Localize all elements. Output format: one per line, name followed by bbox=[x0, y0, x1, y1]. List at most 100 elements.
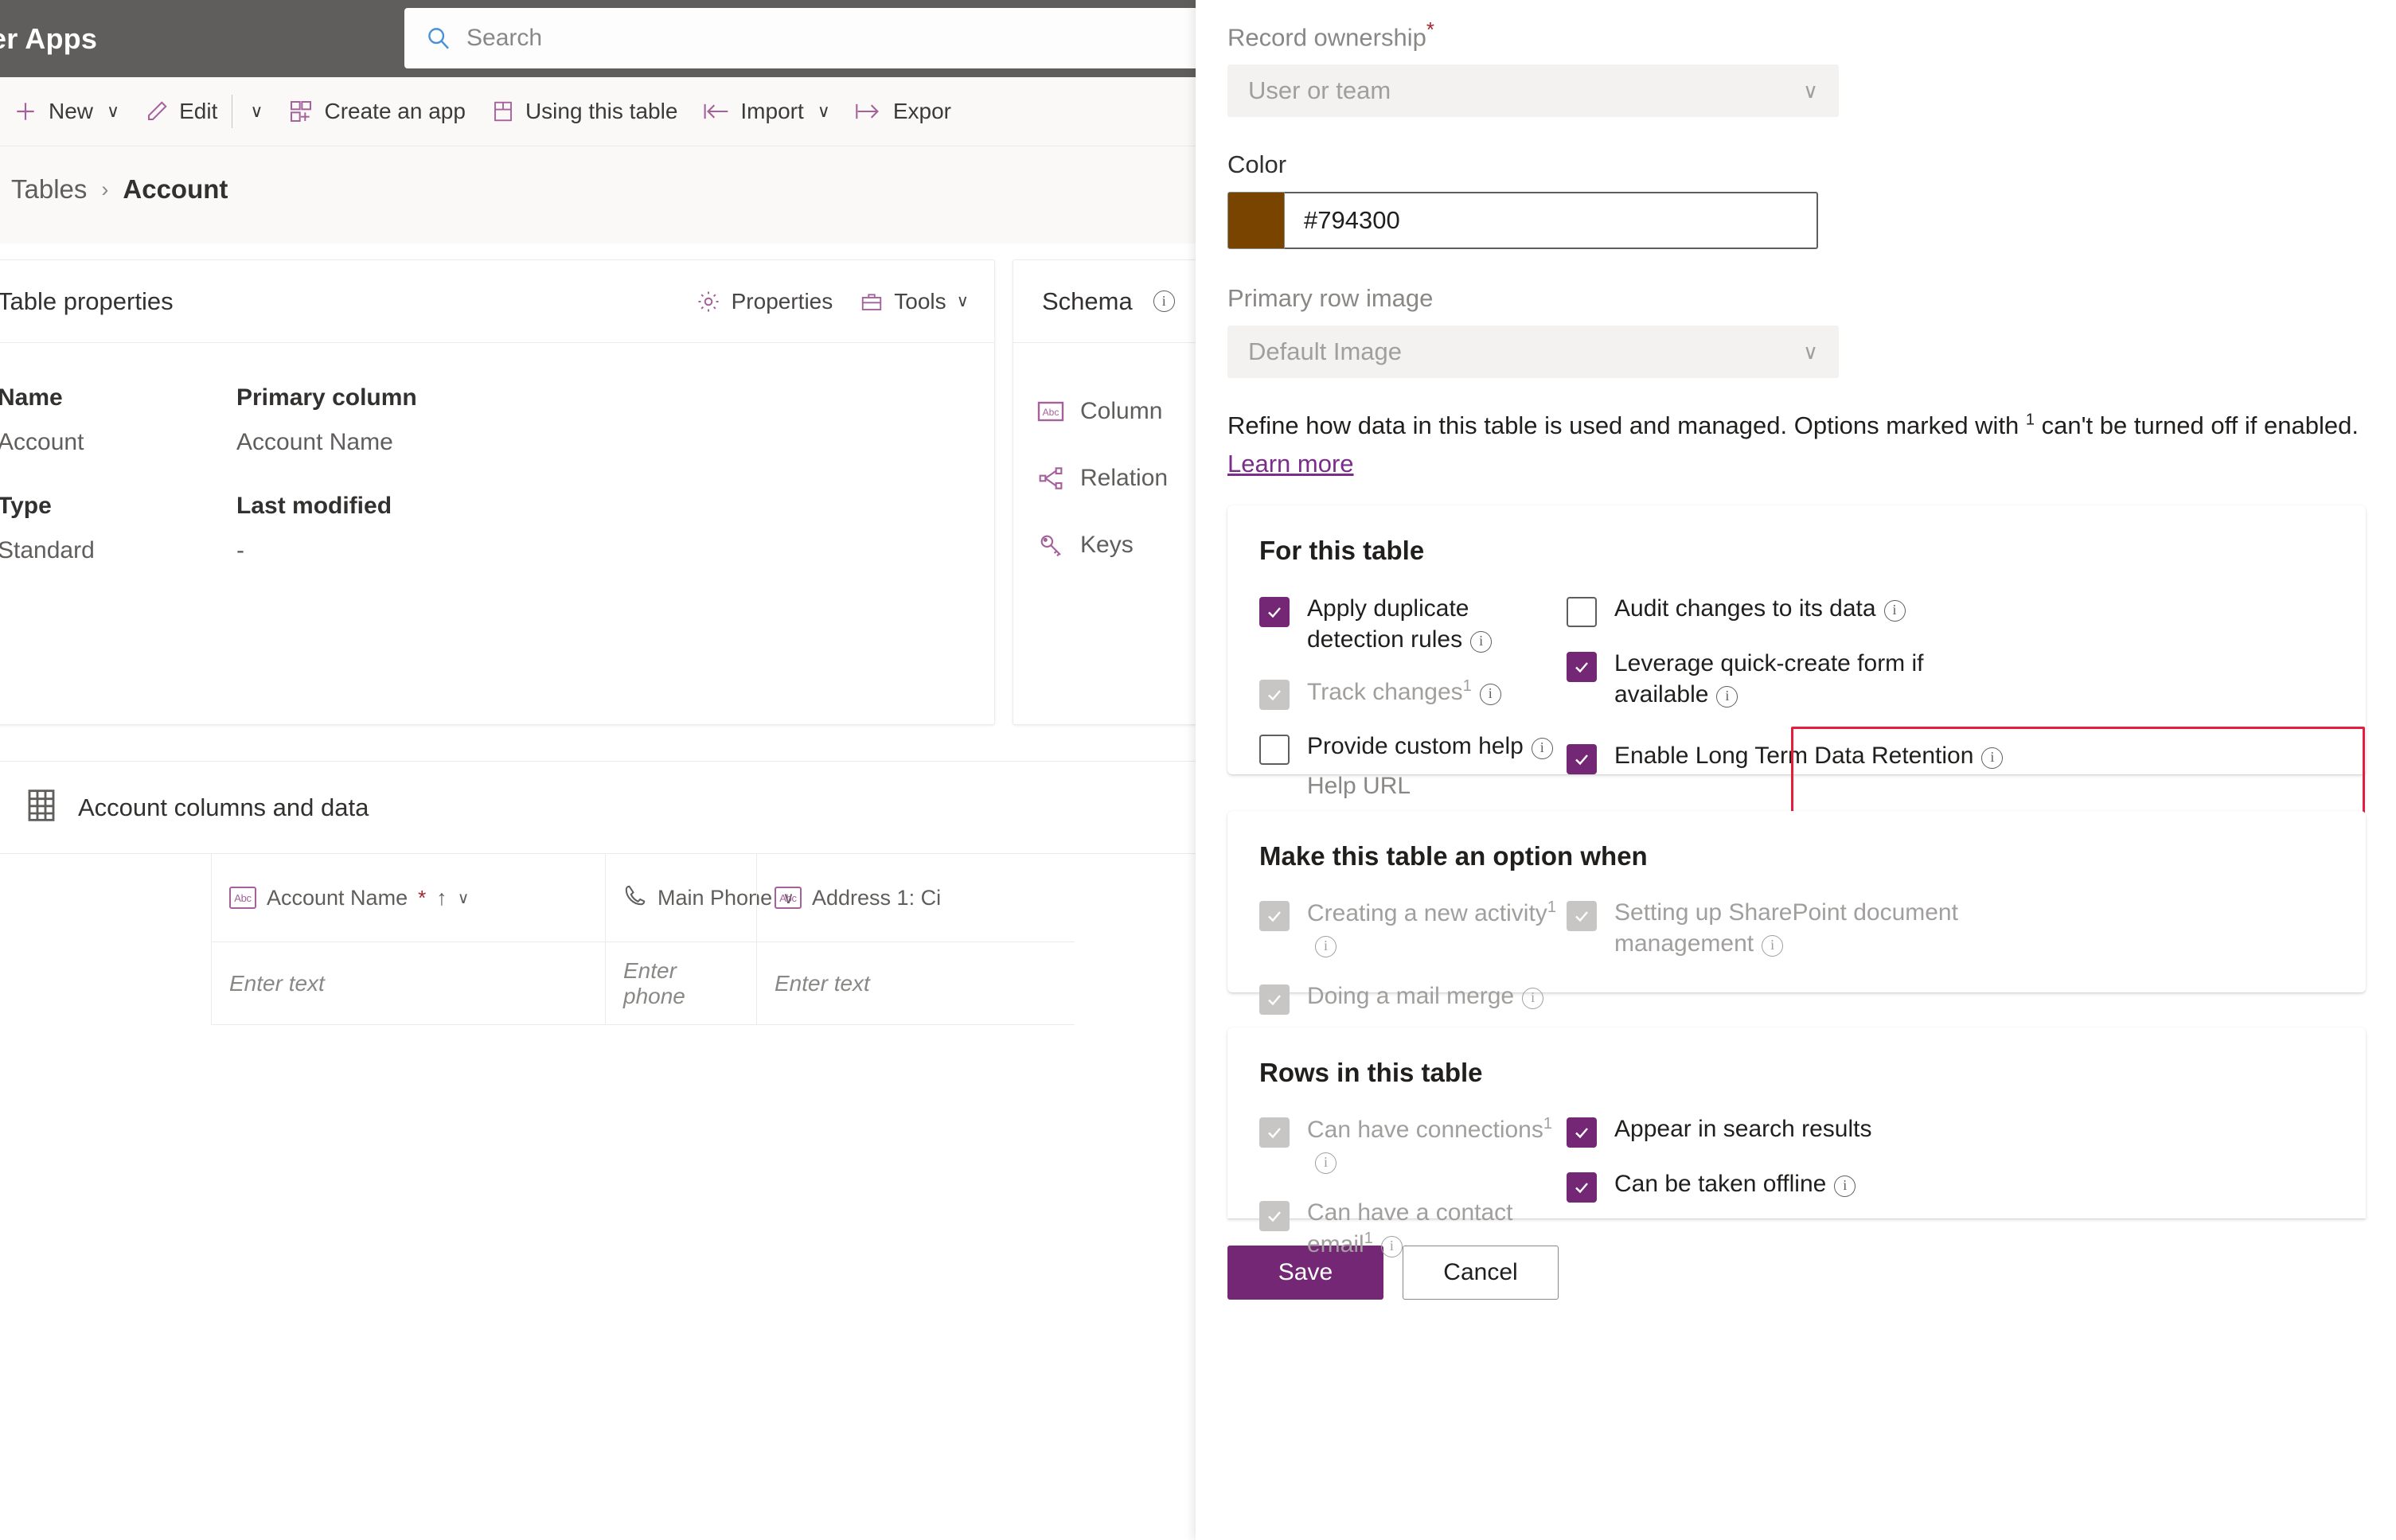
checkbox-row-provide-custom-help[interactable]: Provide custom help i bbox=[1259, 731, 1562, 766]
abc-icon: Abc bbox=[229, 887, 256, 909]
pencil-icon bbox=[145, 99, 169, 123]
color-hex-input[interactable]: #794300 bbox=[1285, 192, 1818, 250]
checkbox-label-superscript: 1 bbox=[1543, 1115, 1552, 1133]
info-icon[interactable]: i bbox=[1380, 1235, 1403, 1257]
color-swatch[interactable] bbox=[1227, 192, 1285, 250]
chevron-down-icon[interactable]: ∨ bbox=[250, 101, 263, 122]
command-import-label: Import bbox=[740, 99, 804, 123]
info-icon[interactable]: i bbox=[1470, 630, 1493, 653]
tools-button-label: Tools bbox=[894, 288, 946, 314]
table-properties-header: Table properties Properties Tools ∨ bbox=[0, 260, 994, 343]
abc-icon: Abc bbox=[775, 887, 802, 909]
checkbox-appear-in-search-results[interactable] bbox=[1567, 1117, 1597, 1148]
cell-address1-city[interactable]: Enter text bbox=[756, 942, 1075, 1025]
command-import[interactable]: Import ∨ bbox=[690, 77, 842, 146]
cell-account-name[interactable]: Enter text bbox=[211, 942, 605, 1025]
checkbox-label-text: Setting up SharePoint document managemen… bbox=[1614, 899, 1958, 957]
column-header-address1-city[interactable]: Abc Address 1: Ci bbox=[756, 854, 1075, 942]
checkbox-row-apply-duplicate-detection[interactable]: Apply duplicate detection rules i bbox=[1259, 593, 1562, 655]
column-header-main-phone[interactable]: Main Phone ∨ bbox=[605, 854, 794, 942]
option-when-right-column: Setting up SharePoint document managemen… bbox=[1562, 897, 2366, 1035]
table-properties-card: Table properties Properties Tools ∨ Name… bbox=[0, 259, 995, 725]
app-grid-icon bbox=[288, 99, 314, 124]
properties-button[interactable]: Properties bbox=[696, 289, 833, 314]
table-properties-grid: Name Primary column Account Account Name… bbox=[0, 343, 994, 601]
command-export[interactable]: Expor bbox=[843, 77, 964, 146]
phone-icon bbox=[623, 883, 647, 913]
info-icon[interactable]: i bbox=[1762, 934, 1784, 957]
checkbox-audit-changes[interactable] bbox=[1567, 597, 1597, 628]
sort-ascending-icon[interactable]: ↑ bbox=[436, 886, 447, 910]
record-ownership-label: Record ownership* bbox=[1227, 18, 2396, 52]
help-url-label: Help URL bbox=[1307, 773, 1411, 800]
checkbox-label-text: Creating a new activity bbox=[1307, 900, 1547, 927]
command-using-this-table[interactable]: Using this table bbox=[478, 77, 690, 146]
checkbox-label: Appear in search results bbox=[1614, 1116, 1872, 1143]
checkbox-enable-long-term-data-retention[interactable] bbox=[1567, 744, 1597, 775]
refine-superscript: 1 bbox=[2025, 411, 2035, 429]
schema-item-label: Column bbox=[1080, 398, 1163, 424]
info-icon[interactable]: i bbox=[1315, 1152, 1337, 1174]
checkbox-can-be-taken-offline[interactable] bbox=[1567, 1172, 1597, 1203]
column-header-label: Address 1: Ci bbox=[812, 885, 942, 910]
info-icon[interactable]: i bbox=[1315, 935, 1337, 957]
breadcrumb-separator-icon: › bbox=[101, 177, 109, 201]
command-create-an-app[interactable]: Create an app bbox=[275, 77, 478, 146]
checkbox-row-enable-long-term-data-retention[interactable]: Enable Long Term Data Retention i bbox=[1567, 740, 2366, 775]
checkbox-label: Track changes1 i bbox=[1307, 676, 1501, 708]
checkbox-row-leverage-quick-create[interactable]: Leverage quick-create form if available i bbox=[1567, 648, 2012, 710]
color-label: Color bbox=[1227, 150, 1287, 179]
rows-in-table-right-column: Appear in search results Can be taken of… bbox=[1562, 1113, 2366, 1281]
chevron-down-icon[interactable]: ∨ bbox=[957, 291, 969, 311]
data-grid-column-address1-city: Abc Address 1: Ci Enter text bbox=[756, 854, 1075, 1025]
checkbox-label-superscript: 1 bbox=[1547, 899, 1556, 917]
side-panel-body: Record ownership* User or team ∨ Color #… bbox=[1196, 0, 2396, 1300]
info-icon[interactable]: i bbox=[1716, 685, 1738, 708]
chevron-down-icon[interactable]: ∨ bbox=[458, 888, 470, 908]
rows-in-table-checkbox-grid: Can have connections1i Can have a contac… bbox=[1259, 1113, 2366, 1281]
command-edit-menu[interactable]: ∨ bbox=[234, 77, 275, 146]
global-search-box[interactable]: Search bbox=[404, 8, 1232, 68]
checkbox-label: Leverage quick-create form if available i bbox=[1614, 648, 2012, 710]
breadcrumb-tables[interactable]: Tables bbox=[11, 174, 87, 205]
checkbox-label: Apply duplicate detection rules i bbox=[1307, 593, 1562, 655]
column-header-account-name[interactable]: Abc Account Name * ↑ ∨ bbox=[211, 854, 605, 942]
primary-row-image-select[interactable]: Default Image ∨ bbox=[1227, 326, 1839, 379]
chevron-down-icon: ∨ bbox=[1802, 78, 1818, 103]
checkbox-leverage-quick-create[interactable] bbox=[1567, 652, 1597, 683]
data-grid-rownum-column bbox=[32, 854, 211, 1025]
info-icon[interactable]: i bbox=[1531, 737, 1553, 759]
checkbox-label-text: Provide custom help bbox=[1307, 733, 1524, 760]
command-edit-label: Edit bbox=[179, 99, 218, 123]
cell-main-phone[interactable]: Enter phone bbox=[605, 942, 756, 1025]
checkbox-label-text: Doing a mail merge bbox=[1307, 983, 1515, 1010]
export-arrow-icon bbox=[856, 101, 883, 122]
chevron-down-icon[interactable]: ∨ bbox=[107, 101, 119, 122]
brand-title: er Apps bbox=[0, 21, 98, 55]
info-icon[interactable]: i bbox=[1981, 747, 2004, 769]
checkbox-apply-duplicate-detection[interactable] bbox=[1259, 597, 1290, 628]
data-grid: Abc Account Name * ↑ ∨ Enter text Main P… bbox=[0, 854, 1196, 1025]
info-icon[interactable]: i bbox=[1522, 987, 1544, 1009]
checkbox-label-text: Can have connections bbox=[1307, 1117, 1543, 1144]
learn-more-link[interactable]: Learn more bbox=[1227, 450, 1354, 478]
command-new[interactable]: New ∨ bbox=[0, 77, 132, 146]
info-icon[interactable]: i bbox=[1153, 290, 1175, 312]
checkbox-provide-custom-help[interactable] bbox=[1259, 735, 1290, 766]
info-icon[interactable]: i bbox=[1479, 683, 1501, 705]
checkbox-row-audit-changes[interactable]: Audit changes to its data i bbox=[1567, 593, 2366, 628]
tools-button[interactable]: Tools ∨ bbox=[860, 289, 969, 314]
info-icon[interactable]: i bbox=[1834, 1175, 1856, 1197]
property-value: Account Name bbox=[236, 429, 393, 455]
command-edit[interactable]: Edit bbox=[132, 77, 230, 146]
record-ownership-select[interactable]: User or team ∨ bbox=[1227, 64, 1839, 118]
color-field: Color #794300 bbox=[1227, 117, 2396, 250]
chevron-down-icon[interactable]: ∨ bbox=[818, 101, 830, 122]
record-ownership-label-text: Record ownership bbox=[1227, 23, 1426, 52]
info-icon[interactable]: i bbox=[1883, 599, 1906, 622]
checkbox-row-appear-in-search-results[interactable]: Appear in search results bbox=[1567, 1113, 2366, 1148]
checkbox-can-have-contact-email bbox=[1259, 1201, 1290, 1232]
panel-row: Table properties Properties Tools ∨ Name… bbox=[0, 259, 1347, 725]
table-properties-actions: Properties Tools ∨ bbox=[696, 289, 969, 314]
checkbox-row-can-be-taken-offline[interactable]: Can be taken offline i bbox=[1567, 1168, 2366, 1203]
